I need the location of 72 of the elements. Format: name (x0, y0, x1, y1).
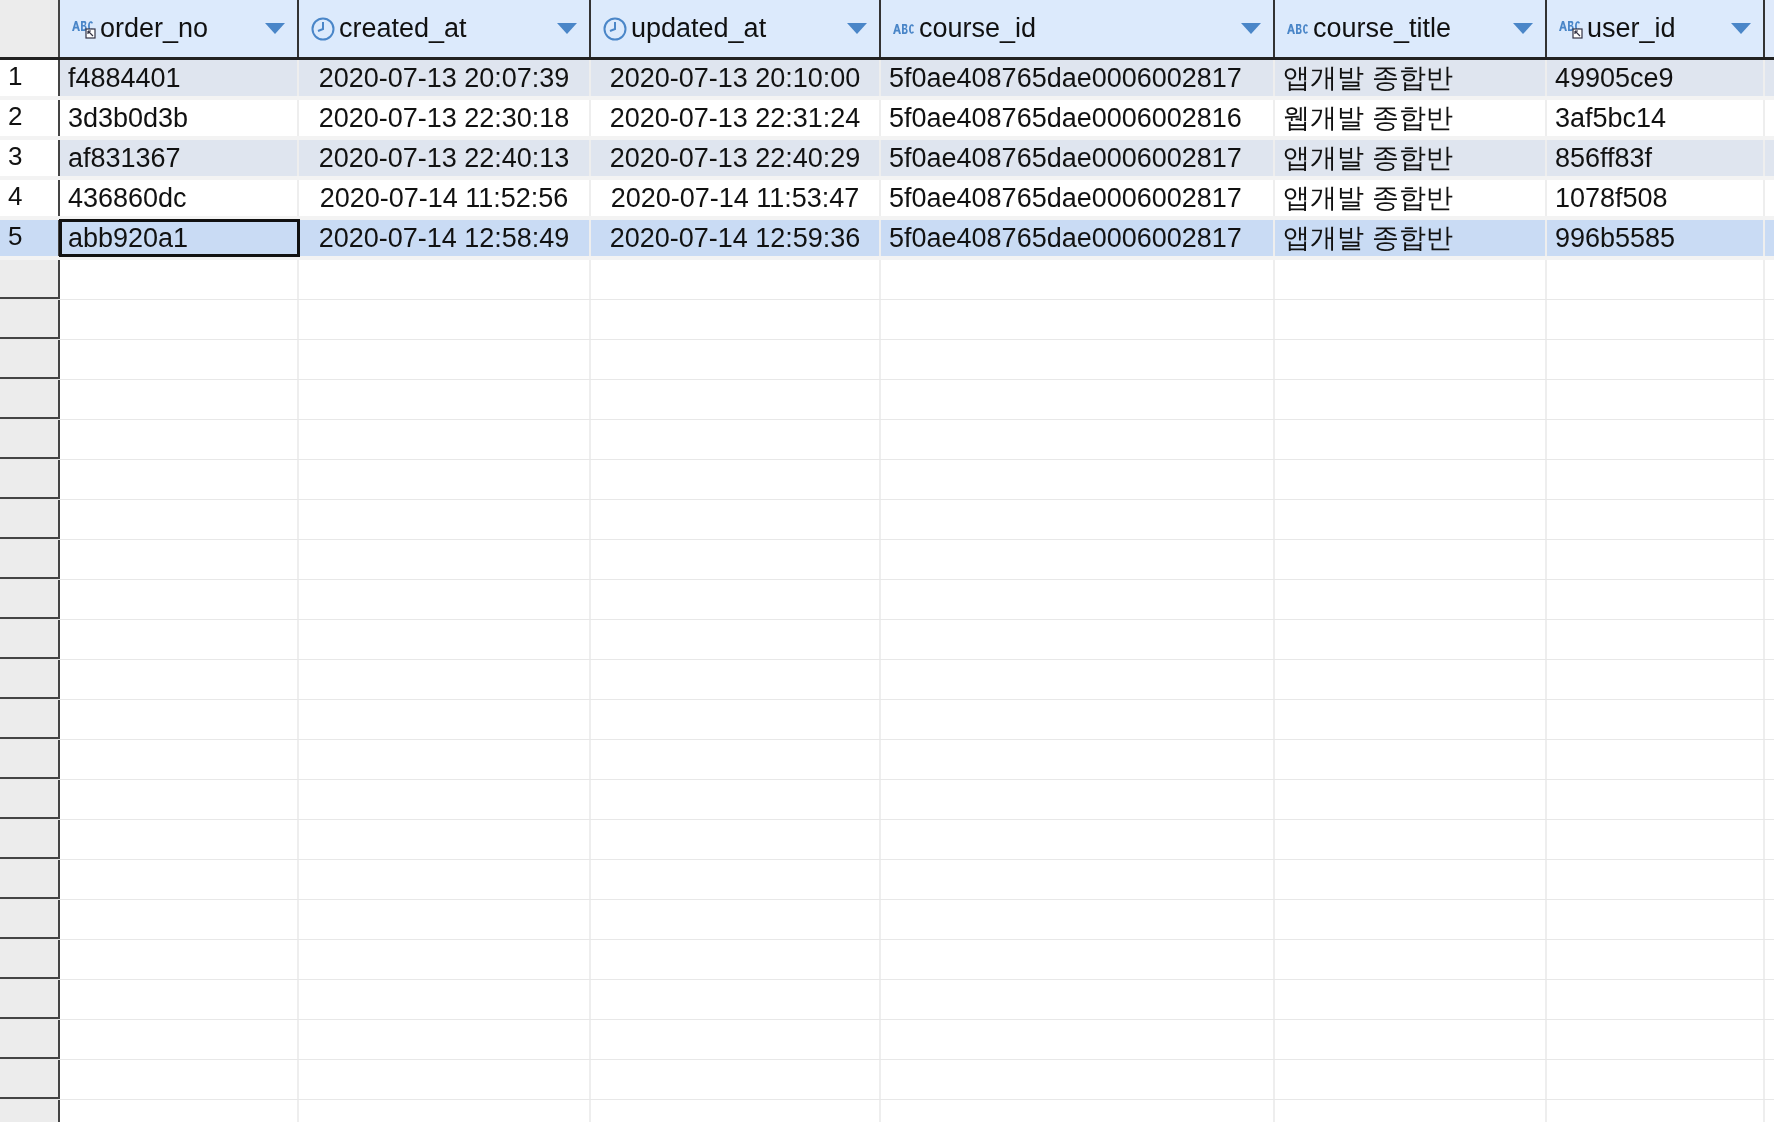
row-header-cell[interactable] (0, 620, 60, 659)
row-header-cell[interactable] (0, 380, 60, 419)
table-cell[interactable]: 2020-07-14 12:59:36 (591, 220, 881, 256)
table-cell[interactable]: 996b5585 (1547, 220, 1765, 256)
table-cell[interactable]: 1078f508 (1547, 180, 1765, 216)
row-header-cell[interactable] (0, 940, 60, 979)
row-header-cell[interactable] (0, 420, 60, 459)
table-cell[interactable]: f4884401 (60, 60, 299, 96)
row-header-cell[interactable] (0, 900, 60, 939)
text-key-type-icon (1559, 18, 1583, 39)
row-header-cell[interactable] (0, 580, 60, 619)
row-number[interactable]: 1 (0, 60, 60, 96)
table-cell[interactable]: 웹개발 종합반 (1275, 100, 1547, 136)
clock-icon (311, 16, 335, 41)
row-header-cell[interactable] (0, 860, 60, 899)
row-header-cell[interactable] (0, 300, 60, 339)
column-name: order_no (100, 12, 209, 46)
row-header-cell[interactable] (0, 1060, 60, 1099)
text-key-type-icon (72, 18, 96, 39)
row-number[interactable]: 3 (0, 140, 60, 176)
table-cell[interactable]: 2020-07-13 22:30:18 (299, 100, 591, 136)
row-header-cell[interactable] (0, 780, 60, 819)
dropdown-caret-icon[interactable] (1513, 23, 1533, 34)
dropdown-caret-icon[interactable] (1731, 23, 1751, 34)
corner-header-cell[interactable] (0, 0, 60, 57)
row-header-cell[interactable] (0, 340, 60, 379)
table-cell[interactable]: 3af5bc14 (1547, 100, 1765, 136)
row-header-cell[interactable] (0, 540, 60, 579)
table-cell[interactable]: 5f0ae408765dae0006002817 (881, 140, 1275, 176)
row-header-cell[interactable] (0, 460, 60, 499)
table-cell[interactable]: 2020-07-13 20:10:00 (591, 60, 881, 96)
column-name: updated_at (631, 12, 767, 46)
column-name: created_at (339, 12, 467, 46)
row-header-cell[interactable] (0, 1020, 60, 1059)
row-header-cell[interactable] (0, 700, 60, 739)
table-cell[interactable]: abb920a1 (60, 220, 299, 256)
dropdown-caret-icon[interactable] (847, 23, 867, 34)
table-cell[interactable]: 5f0ae408765dae0006002817 (881, 180, 1275, 216)
table-cell[interactable]: 앱개발 종합반 (1275, 220, 1547, 256)
text-type-icon (893, 21, 915, 36)
dropdown-caret-icon[interactable] (265, 23, 285, 34)
row-header-cell[interactable] (0, 500, 60, 539)
column-name: course_id (919, 12, 1037, 46)
table-cell[interactable]: 앱개발 종합반 (1275, 60, 1547, 96)
table-cell[interactable]: 2020-07-14 11:53:47 (591, 180, 881, 216)
table-cell[interactable]: 앱개발 종합반 (1275, 180, 1547, 216)
clock-icon (603, 16, 627, 41)
table-cell[interactable]: 5f0ae408765dae0006002817 (881, 60, 1275, 96)
row-header-cell[interactable] (0, 660, 60, 699)
text-type-icon (1287, 21, 1309, 36)
table-cell[interactable]: 49905ce9 (1547, 60, 1765, 96)
table-cell[interactable]: 5f0ae408765dae0006002817 (881, 220, 1275, 256)
row-header-cell[interactable] (0, 260, 60, 299)
dropdown-caret-icon[interactable] (1241, 23, 1261, 34)
table-cell[interactable]: 2020-07-13 20:07:39 (299, 60, 591, 96)
table-cell[interactable]: 2020-07-13 22:40:29 (591, 140, 881, 176)
row-header-cell[interactable] (0, 820, 60, 859)
table-cell[interactable]: 5f0ae408765dae0006002816 (881, 100, 1275, 136)
table-cell[interactable]: 436860dc (60, 180, 299, 216)
table-cell[interactable]: 3d3b0d3b (60, 100, 299, 136)
dropdown-caret-icon[interactable] (557, 23, 577, 34)
table-cell[interactable]: 856ff83f (1547, 140, 1765, 176)
table-cell[interactable]: af831367 (60, 140, 299, 176)
column-name: course_title (1313, 12, 1452, 46)
row-header-cell[interactable] (0, 980, 60, 1019)
table-cell[interactable]: 2020-07-14 12:58:49 (299, 220, 591, 256)
table-cell[interactable]: 2020-07-13 22:31:24 (591, 100, 881, 136)
table-cell[interactable]: 2020-07-14 11:52:56 (299, 180, 591, 216)
column-name: user_id (1587, 12, 1676, 46)
table-cell[interactable]: 앱개발 종합반 (1275, 140, 1547, 176)
table-cell[interactable]: 2020-07-13 22:40:13 (299, 140, 591, 176)
row-header-cell[interactable] (0, 740, 60, 779)
